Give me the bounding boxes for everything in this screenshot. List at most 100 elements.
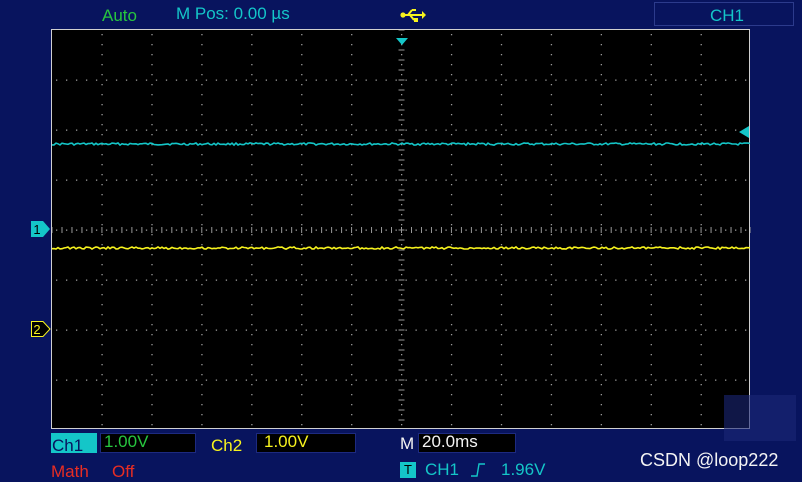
grid-dot	[525, 279, 527, 281]
grid-dot	[575, 379, 577, 381]
grid-dot	[555, 229, 557, 231]
grid-dot	[475, 229, 477, 231]
grid-dot	[401, 284, 403, 286]
grid-dot	[550, 174, 553, 176]
grid-dot	[101, 374, 103, 376]
grid-dot	[450, 54, 453, 56]
grid-dot	[455, 179, 457, 181]
grid-dot	[450, 354, 453, 356]
grid-dot	[301, 344, 303, 346]
grid-dot	[515, 379, 517, 381]
grid-dot	[545, 229, 547, 231]
grid-dot	[715, 229, 717, 231]
grid-dot	[185, 179, 188, 181]
grid-dot	[125, 229, 128, 231]
grid-dot	[565, 379, 567, 381]
grid-dot	[585, 329, 587, 331]
grid-dot	[65, 229, 68, 231]
grid-dot	[575, 279, 577, 281]
grid-dot	[495, 179, 497, 181]
grid-dot	[325, 379, 327, 381]
grid-dot	[535, 329, 537, 331]
grid-dot	[650, 184, 652, 186]
grid-dot	[565, 179, 567, 181]
waveform-display[interactable]	[51, 29, 751, 429]
grid-dot	[500, 54, 503, 56]
grid-dot	[500, 204, 503, 206]
grid-dot	[555, 329, 557, 331]
grid-dot	[101, 194, 103, 196]
grid-dot	[715, 329, 717, 331]
grid-dot	[301, 314, 303, 316]
grid-dot	[745, 279, 747, 281]
grid-dot	[285, 129, 287, 131]
grid-dot	[465, 329, 467, 331]
grid-dot	[151, 114, 153, 116]
grid-dot	[305, 229, 307, 231]
grid-dot	[251, 344, 253, 346]
grid-dot	[105, 229, 108, 231]
grid-dot	[700, 244, 702, 246]
grid-dot	[305, 329, 307, 331]
grid-dot	[565, 229, 567, 231]
grid-dot	[401, 164, 403, 166]
grid-dot	[135, 179, 138, 181]
grid-dot	[301, 44, 303, 46]
grid-dot	[705, 179, 707, 181]
grid-dot	[450, 324, 453, 326]
ch1-ground-marker[interactable]: 1	[31, 221, 51, 242]
grid-dot	[735, 129, 737, 131]
grid-dot	[101, 334, 103, 336]
grid-dot	[115, 329, 118, 331]
math-label[interactable]: Math	[51, 462, 89, 482]
grid-dot	[201, 94, 203, 96]
ch1-label[interactable]: Ch1	[52, 436, 83, 456]
grid-dot	[525, 229, 527, 231]
grid-dot	[555, 79, 557, 81]
grid-dot	[151, 104, 153, 106]
grid-dot	[401, 154, 403, 156]
grid-dot	[545, 129, 547, 131]
ch2-ground-marker[interactable]: 2	[31, 321, 51, 342]
grid-dot	[301, 234, 303, 236]
grid-dot	[700, 324, 702, 326]
grid-dot	[315, 179, 317, 181]
ch2-label[interactable]: Ch2	[211, 436, 242, 456]
grid-dot	[650, 354, 652, 356]
grid-dot	[700, 314, 702, 316]
grid-dot	[351, 274, 353, 276]
grid-dot	[625, 279, 627, 281]
grid-dot	[101, 394, 103, 396]
grid-dot	[500, 154, 503, 156]
grid-dot	[351, 394, 353, 396]
grid-dot	[355, 279, 357, 281]
grid-dot	[201, 394, 203, 396]
grid-dot	[301, 374, 303, 376]
grid-dot	[645, 179, 647, 181]
grid-dot	[650, 344, 652, 346]
grid-dot	[615, 79, 617, 81]
grid-dot	[401, 344, 403, 346]
grid-dot	[56, 379, 58, 381]
grid-dot	[335, 279, 337, 281]
grid-dot	[635, 129, 637, 131]
grid-dot	[650, 424, 652, 426]
grid-dot	[615, 279, 617, 281]
grid-dot	[101, 344, 103, 346]
grid-dot	[95, 329, 98, 331]
grid-dot	[445, 279, 447, 281]
grid-dot	[665, 229, 667, 231]
grid-dot	[351, 134, 353, 136]
grid-dot	[715, 379, 717, 381]
grid-dot	[650, 194, 652, 196]
grid-dot	[345, 79, 347, 81]
grid-dot	[650, 214, 652, 216]
rising-edge-icon	[470, 463, 486, 482]
grid-dot	[105, 379, 108, 381]
grid-dot	[485, 129, 487, 131]
grid-dot	[225, 379, 228, 381]
grid-dot	[550, 244, 553, 246]
grid-dot	[550, 194, 553, 196]
grid-dot	[615, 179, 617, 181]
grid-dot	[600, 124, 603, 126]
